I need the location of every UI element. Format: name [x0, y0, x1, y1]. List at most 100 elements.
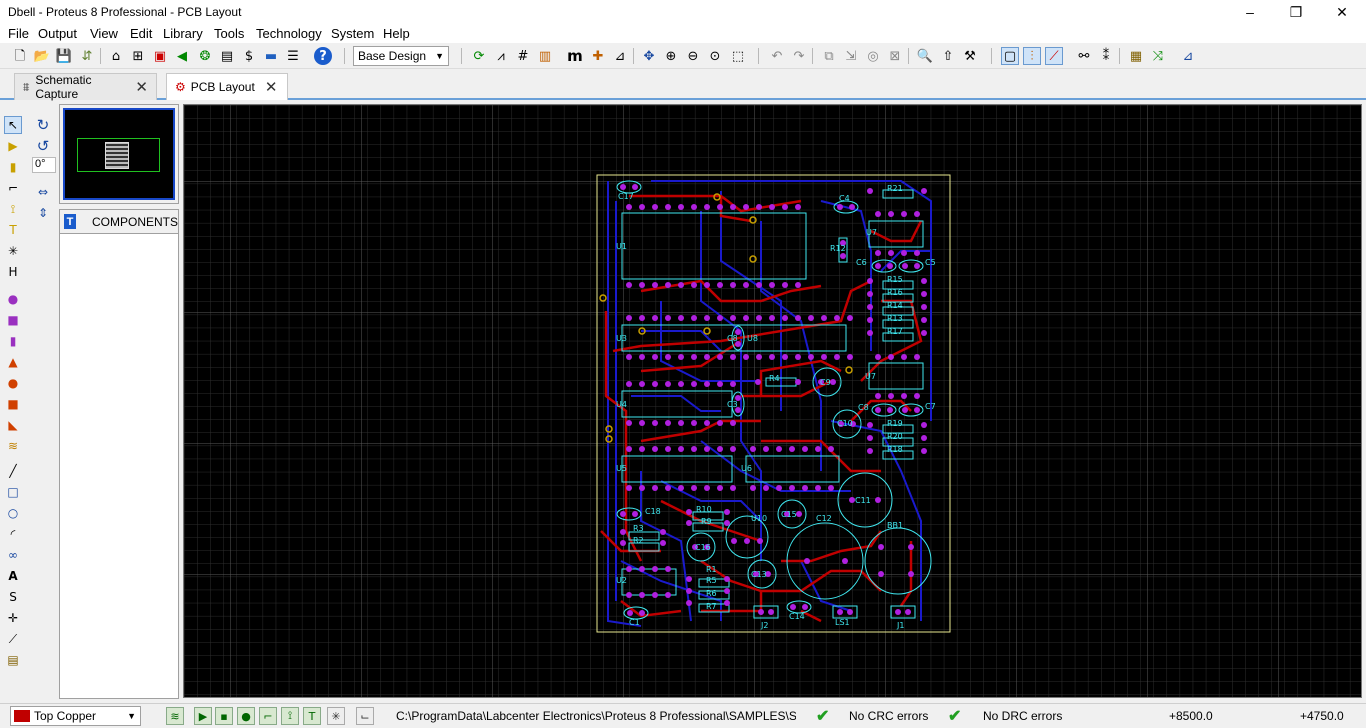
grid-toggle-icon[interactable]: #	[514, 47, 532, 65]
zoom-area-icon[interactable]: ⬚	[729, 47, 747, 65]
back-annotate-icon[interactable]: ◀	[173, 47, 191, 65]
bom-icon[interactable]: $	[240, 47, 258, 65]
home-icon[interactable]: ⌂	[107, 47, 125, 65]
line-icon[interactable]: ╱	[4, 462, 22, 480]
notes-icon[interactable]: ☰	[284, 47, 302, 65]
autorouter-icon[interactable]: ⫶	[1023, 47, 1041, 65]
undo-icon[interactable]: ↶	[768, 47, 786, 65]
refresh-icon[interactable]: ⟳	[470, 47, 488, 65]
tidy-icon[interactable]: ▦	[1127, 47, 1145, 65]
circle-icon[interactable]: ○	[4, 504, 22, 522]
design-explorer-icon[interactable]: ▬	[262, 47, 280, 65]
layer-select[interactable]: Top Copper ▼	[10, 706, 141, 726]
mirror-horizontal-icon[interactable]: ⇔	[34, 183, 52, 201]
menu-edit[interactable]: Edit	[130, 26, 152, 41]
zoom-in-icon[interactable]: ⊕	[662, 47, 680, 65]
menu-output[interactable]: Output	[38, 26, 77, 41]
false-origin-icon[interactable]: ⊿	[611, 47, 629, 65]
pcb-icon[interactable]: ▣	[151, 47, 169, 65]
route-layer-icon[interactable]: ⌐	[259, 707, 277, 725]
box-icon[interactable]: □	[4, 483, 22, 501]
minimize-button[interactable]: –	[1227, 0, 1273, 24]
dil-pad-icon[interactable]: ▮	[4, 332, 22, 350]
tab-pcb-layout[interactable]: ⚙ PCB Layout ✕	[166, 73, 288, 100]
menu-view[interactable]: View	[90, 26, 118, 41]
square-pad-icon[interactable]: ■	[4, 311, 22, 329]
component-mode-icon[interactable]: ▶	[4, 137, 22, 155]
connectivity-icon[interactable]: H	[4, 263, 22, 281]
overview-window[interactable]	[59, 104, 179, 204]
via-layer-icon[interactable]: ⟟	[281, 707, 299, 725]
layers-icon[interactable]: ▥	[536, 47, 554, 65]
netlist-icon[interactable]: ⁑	[1097, 47, 1115, 65]
autoplacer-icon[interactable]: ▢	[1001, 47, 1019, 65]
run-icon[interactable]: ●	[237, 707, 255, 725]
report-icon[interactable]: ⊿	[1179, 47, 1197, 65]
help-icon[interactable]: ?	[314, 47, 332, 65]
arc-icon[interactable]: ◜	[4, 525, 22, 543]
step-icon[interactable]: ▪	[215, 707, 233, 725]
open-folder-icon[interactable]: 📂	[33, 47, 51, 65]
schematic-icon[interactable]: ⊞	[129, 47, 147, 65]
route-icon[interactable]: ⟋	[1045, 47, 1063, 65]
rotate-ccw-icon[interactable]: ↺	[34, 137, 52, 155]
marker-icon[interactable]: ✛	[4, 609, 22, 627]
package-mode-icon[interactable]: ▮	[4, 158, 22, 176]
zoom-all-icon[interactable]: ⊙	[706, 47, 724, 65]
pcb-drawing[interactable]: C17 C4 R21 U1 R12 C6 C5 U7 R15 R16 R14 R…	[184, 105, 1362, 698]
block-delete-icon[interactable]: ⊠	[886, 47, 904, 65]
symbol-icon[interactable]: S	[4, 588, 22, 606]
ratsnest-icon[interactable]: ✳	[327, 707, 345, 725]
block-copy-icon[interactable]: ⧉	[820, 47, 838, 65]
3d-view-icon[interactable]: ❂	[196, 47, 214, 65]
mirror-vertical-icon[interactable]: ⇕	[34, 204, 52, 222]
zone-mode-icon[interactable]: T	[4, 221, 22, 239]
pcb-editing-canvas[interactable]: C17 C4 R21 U1 R12 C6 C5 U7 R15 R16 R14 R…	[183, 104, 1362, 698]
import-icon[interactable]: ⇵	[78, 47, 96, 65]
round-pad-icon[interactable]: ●	[4, 290, 22, 308]
design-variant-select[interactable]: Base Design ▼	[353, 46, 449, 66]
menu-help[interactable]: Help	[383, 26, 410, 41]
menu-system[interactable]: System	[331, 26, 374, 41]
via-mode-icon[interactable]: ⟟	[4, 200, 22, 218]
tab-schematic-capture[interactable]: ⩩ Schematic Capture ✕	[14, 73, 157, 101]
block-rotate-icon[interactable]: ◎	[864, 47, 882, 65]
pick-part-icon[interactable]: 🔍	[916, 47, 934, 65]
menu-tools[interactable]: Tools	[214, 26, 244, 41]
layers-stack-icon[interactable]: ≋	[166, 707, 184, 725]
rotate-cw-icon[interactable]: ↻	[34, 116, 52, 134]
dimension-icon[interactable]: ⟋	[4, 630, 22, 648]
selection-mode-icon[interactable]: ↖	[4, 116, 22, 134]
close-tab-icon[interactable]: ✕	[135, 78, 148, 96]
zoom-out-icon[interactable]: ⊖	[684, 47, 702, 65]
rotation-angle-field[interactable]: 0°	[32, 157, 56, 173]
save-icon[interactable]: 💾	[55, 47, 73, 65]
text-icon[interactable]: A	[4, 567, 22, 585]
gerber-icon[interactable]: ▤	[218, 47, 236, 65]
decompose-icon[interactable]: ⚒	[961, 47, 979, 65]
block-move-icon[interactable]: ⇲	[842, 47, 860, 65]
redo-icon[interactable]: ↷	[790, 47, 808, 65]
flip-icon[interactable]: ⩘	[492, 47, 510, 65]
zone-layer-icon[interactable]: T	[303, 707, 321, 725]
pan-icon[interactable]: ✥	[640, 47, 658, 65]
edge-pad-icon[interactable]: ▲	[4, 353, 22, 371]
close-button[interactable]: ✕	[1319, 0, 1365, 24]
overview-canvas[interactable]	[63, 108, 175, 200]
origin-icon[interactable]: ✚	[589, 47, 607, 65]
make-package-icon[interactable]: ⇧	[939, 47, 957, 65]
circular-smt-icon[interactable]: ●	[4, 374, 22, 392]
menu-library[interactable]: Library	[163, 26, 203, 41]
menu-technology[interactable]: Technology	[256, 26, 322, 41]
track-mode-icon[interactable]: ⌐	[4, 179, 22, 197]
close-tab-icon[interactable]: ✕	[265, 78, 278, 96]
play-icon[interactable]: ▶	[194, 707, 212, 725]
path-icon[interactable]: ∞	[4, 546, 22, 564]
search-icon[interactable]: ⚯	[1075, 47, 1093, 65]
rect-smt-icon[interactable]: ■	[4, 395, 22, 413]
grid-snap-icon[interactable]: ⌙	[356, 707, 374, 725]
metric-toggle-icon[interactable]: m	[566, 47, 584, 65]
menu-file[interactable]: File	[8, 26, 29, 41]
new-file-icon[interactable]: 🗋	[11, 47, 29, 65]
ratsnest-mode-icon[interactable]: ✳	[4, 242, 22, 260]
